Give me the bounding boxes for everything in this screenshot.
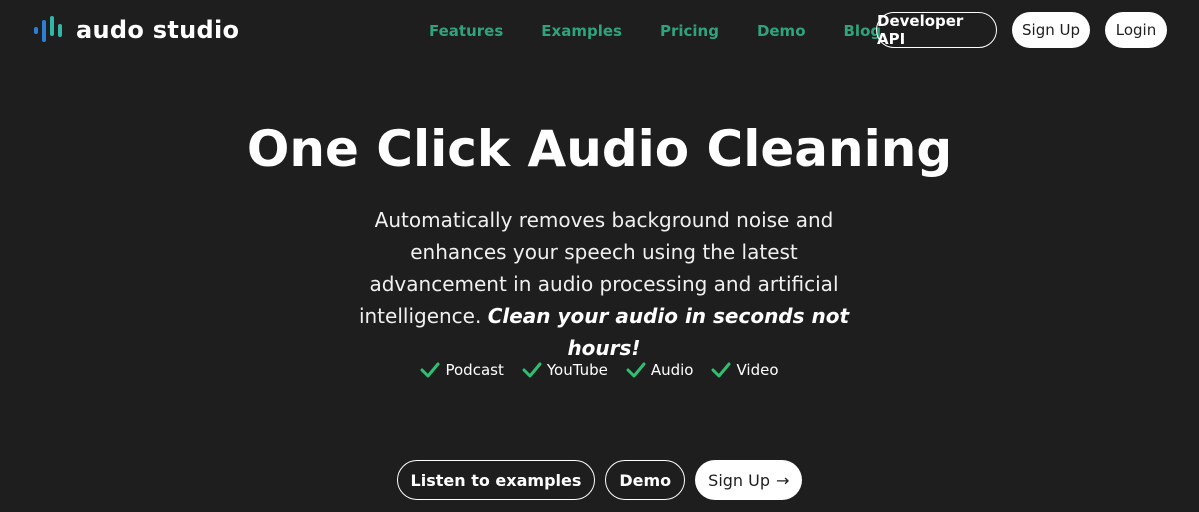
checkmark-icon — [420, 362, 440, 378]
use-case-podcast: Podcast — [420, 361, 504, 379]
use-case-label: Audio — [650, 361, 694, 379]
cta-sign-up-label: Sign Up — [708, 470, 771, 490]
login-button[interactable]: Login — [1105, 12, 1167, 48]
hero-subtitle: Automatically removes background noise a… — [355, 204, 853, 364]
cta-sign-up-button[interactable]: Sign Up → — [695, 460, 803, 500]
cta-group: Listen to examples Demo Sign Up → — [0, 460, 1199, 500]
use-case-label: Podcast — [445, 361, 504, 379]
brand-name: audo studio — [76, 16, 240, 44]
use-case-list: Podcast YouTube Audio Video — [0, 361, 1199, 379]
brand-logo[interactable]: audo studio — [33, 14, 239, 46]
header-sign-up-button[interactable]: Sign Up — [1012, 12, 1090, 48]
checkmark-icon — [522, 362, 542, 378]
nav-link-examples[interactable]: Examples — [541, 21, 622, 41]
nav-link-demo[interactable]: Demo — [757, 21, 806, 41]
listen-examples-button[interactable]: Listen to examples — [396, 460, 596, 500]
use-case-label: YouTube — [546, 361, 608, 379]
audio-waveform-logo-icon — [34, 16, 62, 42]
use-case-video: Video — [711, 361, 779, 379]
checkmark-icon — [626, 362, 646, 378]
use-case-youtube: YouTube — [522, 361, 608, 379]
developer-api-button[interactable]: Developer API — [876, 12, 997, 48]
use-case-audio: Audio — [626, 361, 694, 379]
nav-link-features[interactable]: Features — [429, 21, 503, 41]
nav-link-pricing[interactable]: Pricing — [660, 21, 719, 41]
demo-button[interactable]: Demo — [605, 460, 686, 500]
arrow-right-icon: → — [776, 470, 790, 490]
hero-subtitle-emphasis: Clean your audio in seconds not hours! — [487, 304, 850, 360]
main-nav: Features Examples Pricing Demo Blog — [410, 21, 900, 41]
hero-title: One Click Audio Cleaning — [246, 120, 953, 178]
checkmark-icon — [711, 362, 731, 378]
use-case-label: Video — [736, 361, 779, 379]
